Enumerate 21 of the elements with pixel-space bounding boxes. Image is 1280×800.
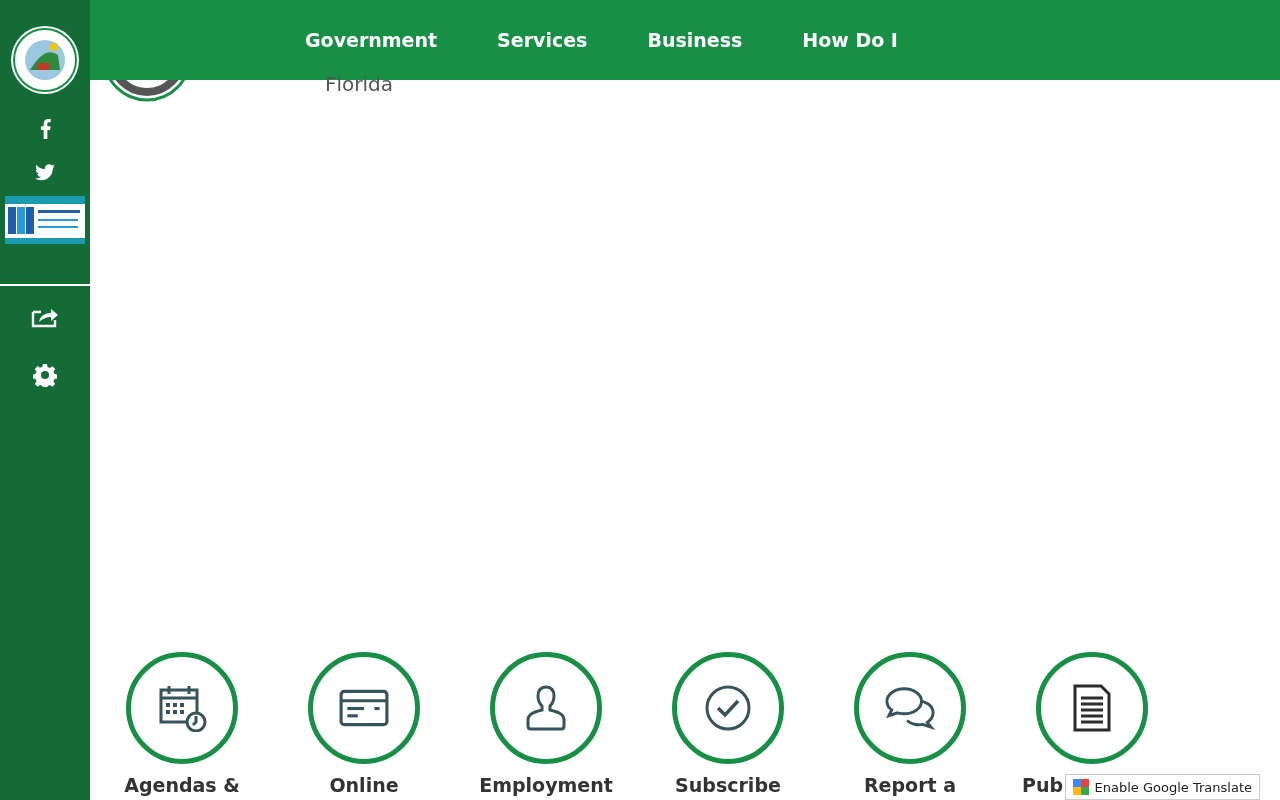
facebook-icon[interactable]	[39, 118, 51, 140]
share-icon[interactable]	[31, 306, 59, 328]
quick-link-label[interactable]: Pub	[1022, 774, 1064, 796]
checkmark-circle-icon	[703, 684, 753, 732]
nav-link[interactable]: Business	[647, 29, 743, 51]
speech-bubbles-icon	[885, 684, 935, 732]
google-translate-button[interactable]: Enable Google Translate	[1064, 774, 1260, 800]
nav-link[interactable]: Services	[497, 29, 588, 51]
google-translate-icon	[1072, 779, 1089, 795]
site-subtitle: Florida	[325, 72, 394, 96]
quick-link-label[interactable]: Report a	[863, 774, 957, 796]
nav-link[interactable]: Government	[305, 29, 438, 51]
twitter-icon[interactable]	[35, 164, 55, 181]
calendar-clock-icon	[157, 684, 207, 732]
settings-icon[interactable]	[33, 363, 57, 387]
quick-link-label[interactable]: Employment	[479, 774, 613, 796]
nav-link[interactable]: How Do I	[802, 29, 898, 51]
city-seal-logo[interactable]	[10, 25, 80, 95]
quick-link-label[interactable]: Agendas &	[124, 774, 240, 796]
quick-link-label[interactable]: Subscribe	[675, 774, 781, 796]
quick-link-label[interactable]: Online	[329, 774, 399, 796]
